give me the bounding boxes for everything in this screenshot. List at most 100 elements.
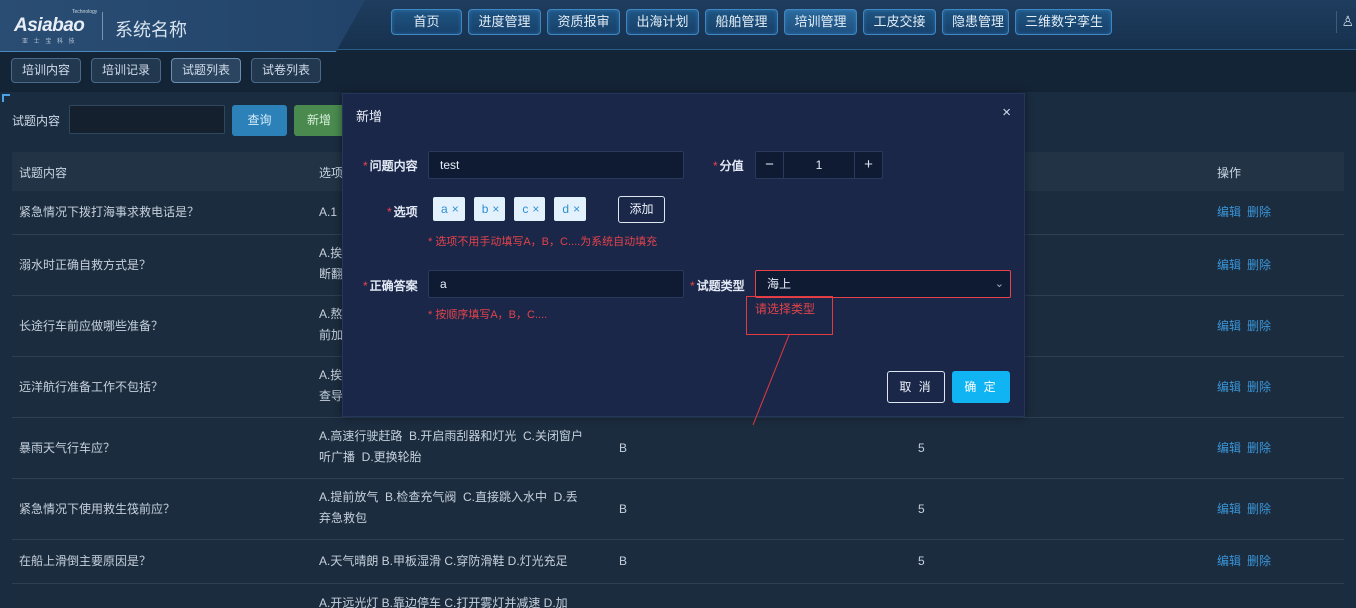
score-label-text: 分值 — [719, 159, 744, 173]
header-options: 选项 — [319, 166, 344, 180]
tag-close-icon[interactable]: × — [573, 202, 580, 216]
plus-icon[interactable]: + — [854, 152, 882, 178]
tag-close-icon[interactable]: × — [452, 202, 459, 216]
add-option-button[interactable]: 添加 — [618, 196, 665, 223]
required-mark: * — [363, 159, 368, 173]
delete-link[interactable]: 删除 — [1247, 319, 1271, 333]
delete-link[interactable]: 删除 — [1247, 554, 1271, 568]
nav-hazard[interactable]: 隐患管理 — [942, 9, 1009, 35]
required-mark: * — [387, 205, 392, 219]
top-nav: 首页 进度管理 资质报审 出海计划 船舶管理 培训管理 工皮交接 隐患管理 三维… — [391, 9, 1118, 35]
tag-close-icon[interactable]: × — [492, 202, 499, 216]
row-score: 5 — [918, 502, 925, 516]
header-content: 试题内容 — [19, 166, 68, 180]
delete-link[interactable]: 删除 — [1247, 441, 1271, 455]
minus-icon[interactable]: − — [756, 152, 784, 178]
row-answer: B — [619, 554, 628, 568]
row-actions: 编辑 删除 — [1217, 438, 1277, 459]
nav-progress[interactable]: 进度管理 — [468, 9, 541, 35]
option-tag: b × — [473, 197, 506, 221]
option-tag: a × — [433, 197, 465, 221]
table-row: 在船上滑倒主要原因是？ A.天气晴朗 B.甲板湿滑 C.穿防滑鞋 D.灯光充足 … — [12, 540, 1344, 584]
row-actions: 编辑 删除 — [1217, 255, 1277, 276]
confirm-button[interactable]: 确 定 — [952, 371, 1010, 403]
edit-link[interactable]: 编辑 — [1217, 502, 1241, 516]
tab-question-list[interactable]: 试题列表 — [171, 58, 242, 83]
table-row: 紧急情况下使用救生筏前应？ A.提前放气 B.检查充气阀 C.直接跳入水中 D.… — [12, 479, 1344, 540]
search-input[interactable] — [69, 105, 225, 134]
logo-divider — [102, 12, 103, 40]
logo-tech-text: Technology — [72, 9, 98, 15]
edit-link[interactable]: 编辑 — [1217, 319, 1241, 333]
edit-link[interactable]: 编辑 — [1217, 205, 1241, 219]
required-mark: * — [713, 159, 718, 173]
search-label: 试题内容 — [12, 114, 61, 128]
nav-training[interactable]: 培训管理 — [784, 9, 857, 35]
nav-handover[interactable]: 工皮交接 — [863, 9, 936, 35]
logo-text: Asiabao — [14, 15, 85, 36]
row-content: 远洋航行准备工作不包括？ — [19, 380, 164, 394]
tab-training-content[interactable]: 培训内容 — [11, 58, 82, 83]
header-right-area[interactable]: ♙ — [1336, 11, 1356, 33]
cancel-button[interactable]: 取 消 — [887, 371, 945, 403]
row-actions: 编辑 删除 — [1217, 202, 1277, 223]
option-tags: a × b × c × d × — [433, 197, 595, 221]
delete-link[interactable]: 删除 — [1247, 258, 1271, 272]
score-stepper: − 1 + — [755, 151, 883, 179]
tag-close-icon[interactable]: × — [532, 202, 539, 216]
row-actions: 编辑 删除 — [1217, 551, 1277, 572]
table-row: A.开远光灯 B.靠边停车 C.打开雾灯并减速 D.加 — [12, 584, 1344, 608]
row-content: 紧急情况下使用救生筏前应？ — [19, 502, 176, 516]
row-options: A.天气晴朗 B.甲板湿滑 C.穿防滑鞋 D.灯光充足 — [319, 554, 568, 568]
user-menu-icon[interactable]: ♙ — [1341, 13, 1354, 30]
add-button[interactable]: 新增 — [294, 105, 344, 136]
score-label: * 分值 — [713, 157, 744, 174]
delete-link[interactable]: 删除 — [1247, 205, 1271, 219]
dialog-title: 新增 — [356, 109, 383, 124]
type-label: * 试题类型 — [690, 277, 745, 294]
answer-label: * 正确答案 — [363, 277, 418, 294]
delete-link[interactable]: 删除 — [1247, 380, 1271, 394]
edit-link[interactable]: 编辑 — [1217, 441, 1241, 455]
edit-link[interactable]: 编辑 — [1217, 554, 1241, 568]
option-tag-label: d — [562, 202, 570, 216]
nav-qualification[interactable]: 资质报审 — [547, 9, 620, 35]
top-header: Asiabao Technology 亚 士 宝 科 技 系统名称 首页 进度管… — [0, 0, 1356, 52]
row-content: 在船上滑倒主要原因是？ — [19, 554, 152, 568]
edit-link[interactable]: 编辑 — [1217, 380, 1241, 394]
nav-sea-plan[interactable]: 出海计划 — [626, 9, 699, 35]
query-button[interactable]: 查询 — [232, 105, 287, 136]
row-answer: B — [619, 502, 628, 516]
type-select[interactable]: 海上 ⌄ — [755, 270, 1011, 298]
row-content: 暴雨天气行车应？ — [19, 441, 116, 455]
row-actions: 编辑 删除 — [1217, 499, 1277, 520]
annotation-box — [746, 296, 833, 335]
nav-ship[interactable]: 船舶管理 — [705, 9, 778, 35]
row-content: 紧急情况下拨打海事求救电话是？ — [19, 205, 200, 219]
required-mark: * — [363, 279, 368, 293]
nav-home[interactable]: 首页 — [391, 9, 462, 35]
header-actions: 操作 — [1217, 166, 1242, 180]
type-select-value: 海上 — [767, 277, 792, 291]
options-label: * 选项 — [387, 203, 418, 220]
answer-input[interactable]: a — [428, 270, 684, 298]
option-tag-label: b — [481, 202, 489, 216]
tab-training-records[interactable]: 培训记录 — [91, 58, 162, 83]
row-options: A.提前放气 B.检查充气阀 C.直接跳入水中 D.丢 弃急救包 — [319, 490, 578, 525]
answer-label-text: 正确答案 — [369, 279, 418, 293]
add-question-dialog: 新增 × * 问题内容 test * 分值 − 1 + * 选项 a × b × c × d… — [342, 93, 1025, 417]
edit-link[interactable]: 编辑 — [1217, 258, 1241, 272]
question-label-text: 问题内容 — [369, 159, 418, 173]
delete-link[interactable]: 删除 — [1247, 502, 1271, 516]
type-label-text: 试题类型 — [696, 279, 745, 293]
nav-digital-twin[interactable]: 三维数字孪生 — [1015, 9, 1112, 35]
required-mark: * — [690, 279, 695, 293]
row-options: A.高速行驶赶路 B.开启雨刮器和灯光 C.关闭窗户 听广播 D.更换轮胎 — [319, 429, 584, 464]
score-value[interactable]: 1 — [784, 152, 854, 178]
question-label: * 问题内容 — [363, 157, 418, 174]
row-actions: 编辑 删除 — [1217, 316, 1277, 337]
sub-tabs: 培训内容 培训记录 试题列表 试卷列表 — [11, 58, 331, 83]
tab-paper-list[interactable]: 试卷列表 — [251, 58, 322, 83]
question-input[interactable]: test — [428, 151, 684, 179]
close-icon[interactable]: × — [1002, 104, 1011, 121]
